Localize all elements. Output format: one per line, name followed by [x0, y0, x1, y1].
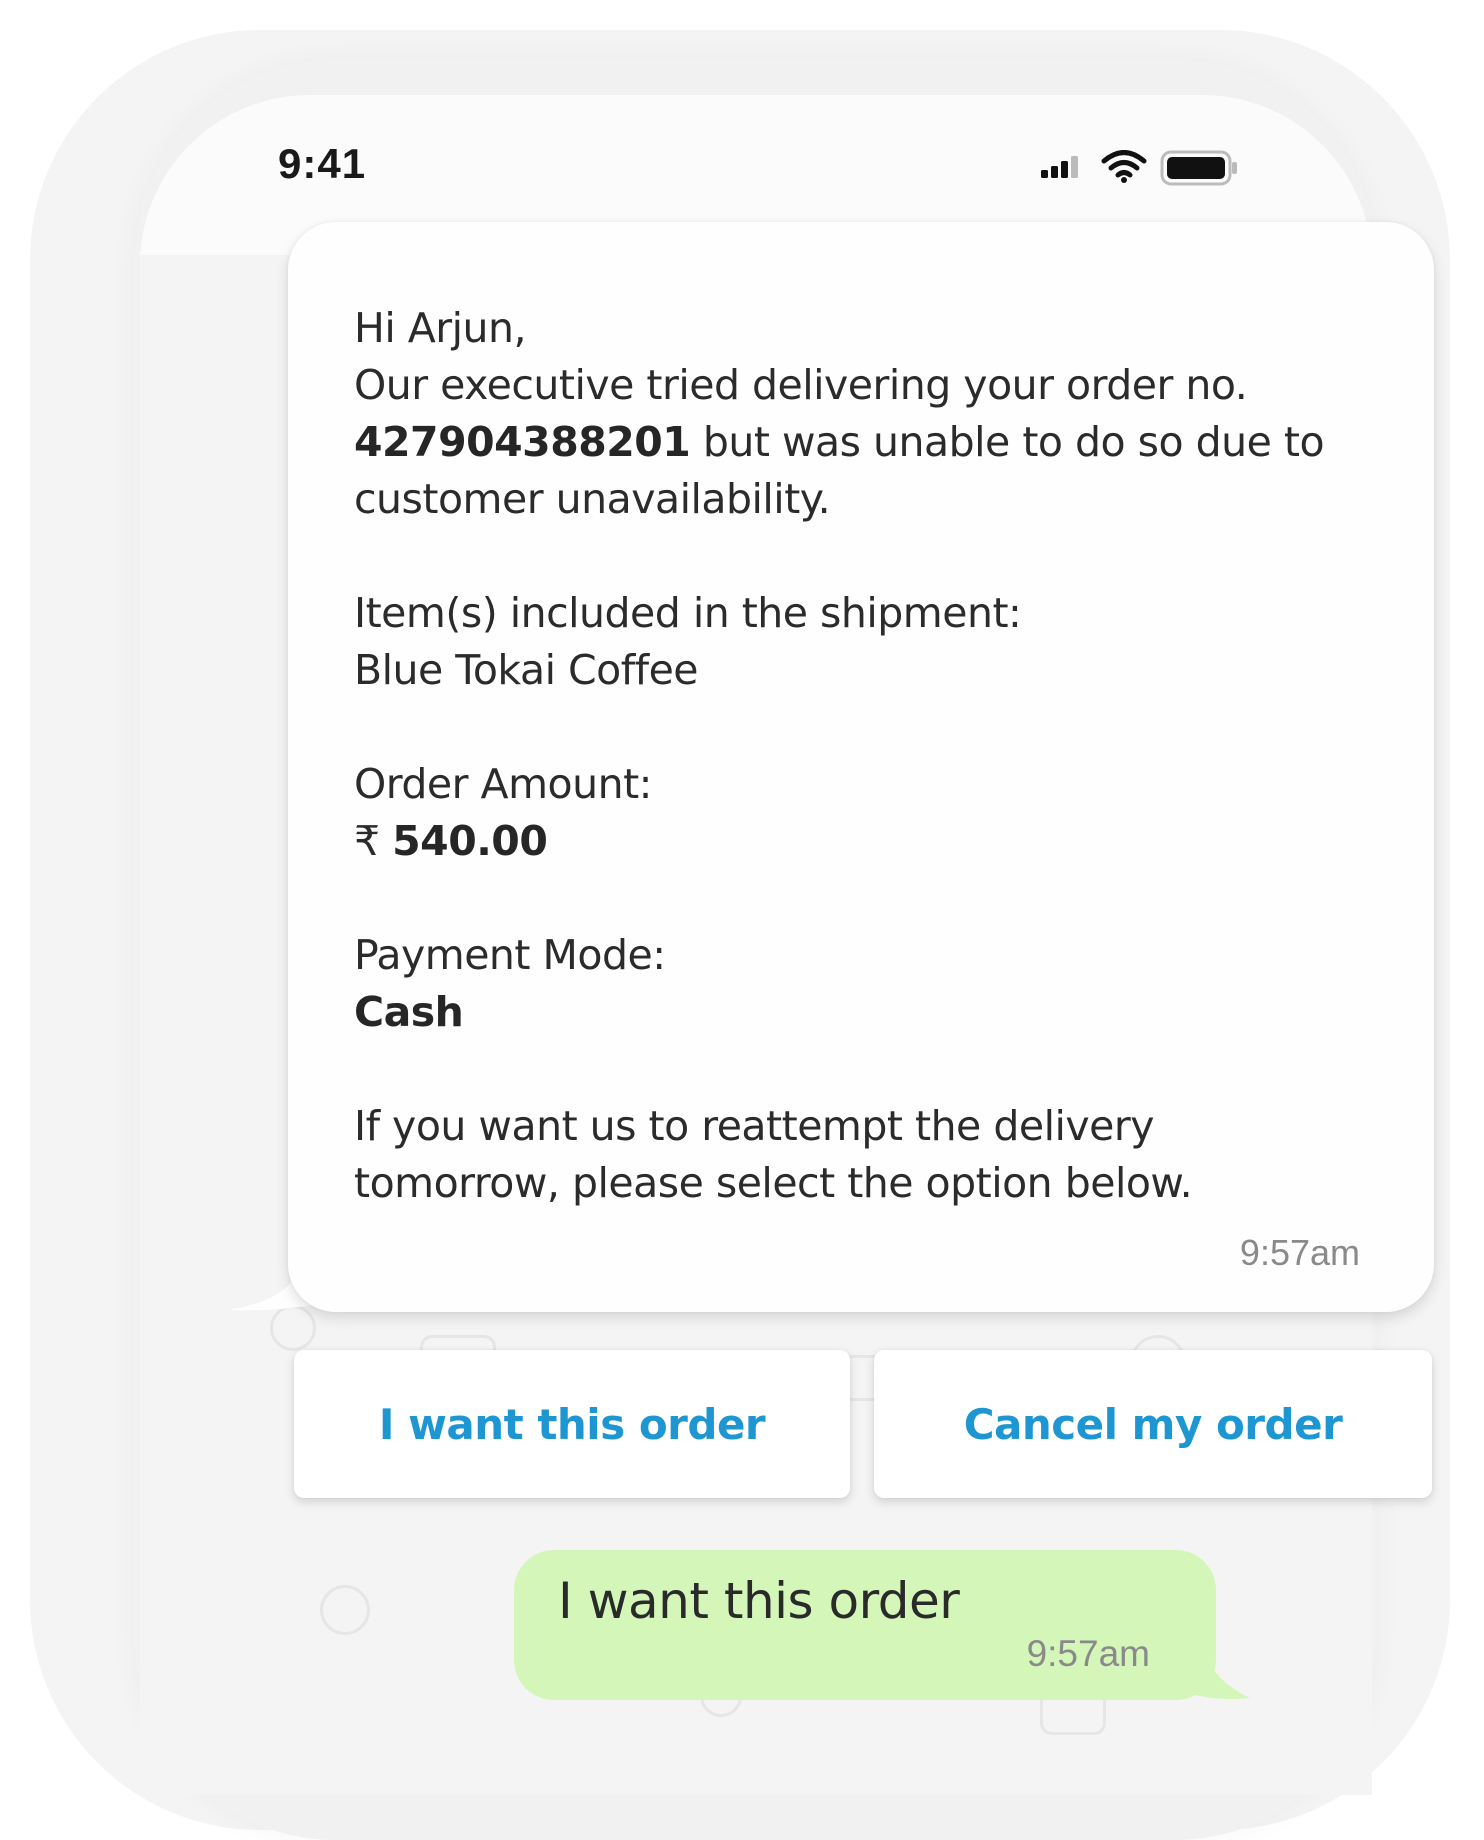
order-number-line: 427904388201 but was unable to do so due… — [354, 414, 1394, 471]
cancel-order-button[interactable]: Cancel my order — [874, 1350, 1432, 1498]
payment-line: Cash — [354, 984, 1394, 1041]
order-line-continuation: but was unable to do so due to — [690, 418, 1325, 466]
wallpaper-doodle — [320, 1585, 370, 1635]
incoming-message-time: 9:57am — [1239, 1232, 1360, 1273]
payment-label: Payment Mode: — [354, 931, 666, 979]
items-label: Item(s) included in the shipment: — [354, 589, 1022, 637]
rupee-icon: ₹ — [354, 817, 380, 865]
amount-value: 540.00 — [392, 817, 548, 865]
closing-line-2: tomorrow, please select the option below… — [354, 1159, 1193, 1207]
amount-line: ₹ 540.00 — [354, 813, 1394, 870]
incoming-message-text: Hi Arjun, Our executive tried delivering… — [354, 300, 1394, 1212]
items-value: Blue Tokai Coffee — [354, 646, 699, 694]
outgoing-message-text: I want this order — [558, 1572, 960, 1630]
status-time: 9:41 — [278, 140, 367, 187]
closing-line-1: If you want us to reattempt the delivery — [354, 1102, 1154, 1150]
payment-value: Cash — [354, 988, 464, 1036]
want-order-button[interactable]: I want this order — [294, 1350, 850, 1498]
order-number: 427904388201 — [354, 418, 691, 466]
reason-line: customer unavailability. — [354, 475, 831, 523]
wifi-icon — [1101, 150, 1147, 183]
outgoing-message-time: 9:57am — [1026, 1633, 1150, 1674]
amount-label: Order Amount: — [354, 760, 652, 808]
delivery-attempt-line: Our executive tried delivering your orde… — [354, 361, 1248, 409]
battery-icon — [1160, 150, 1237, 186]
greeting: Hi Arjun, — [354, 304, 527, 352]
